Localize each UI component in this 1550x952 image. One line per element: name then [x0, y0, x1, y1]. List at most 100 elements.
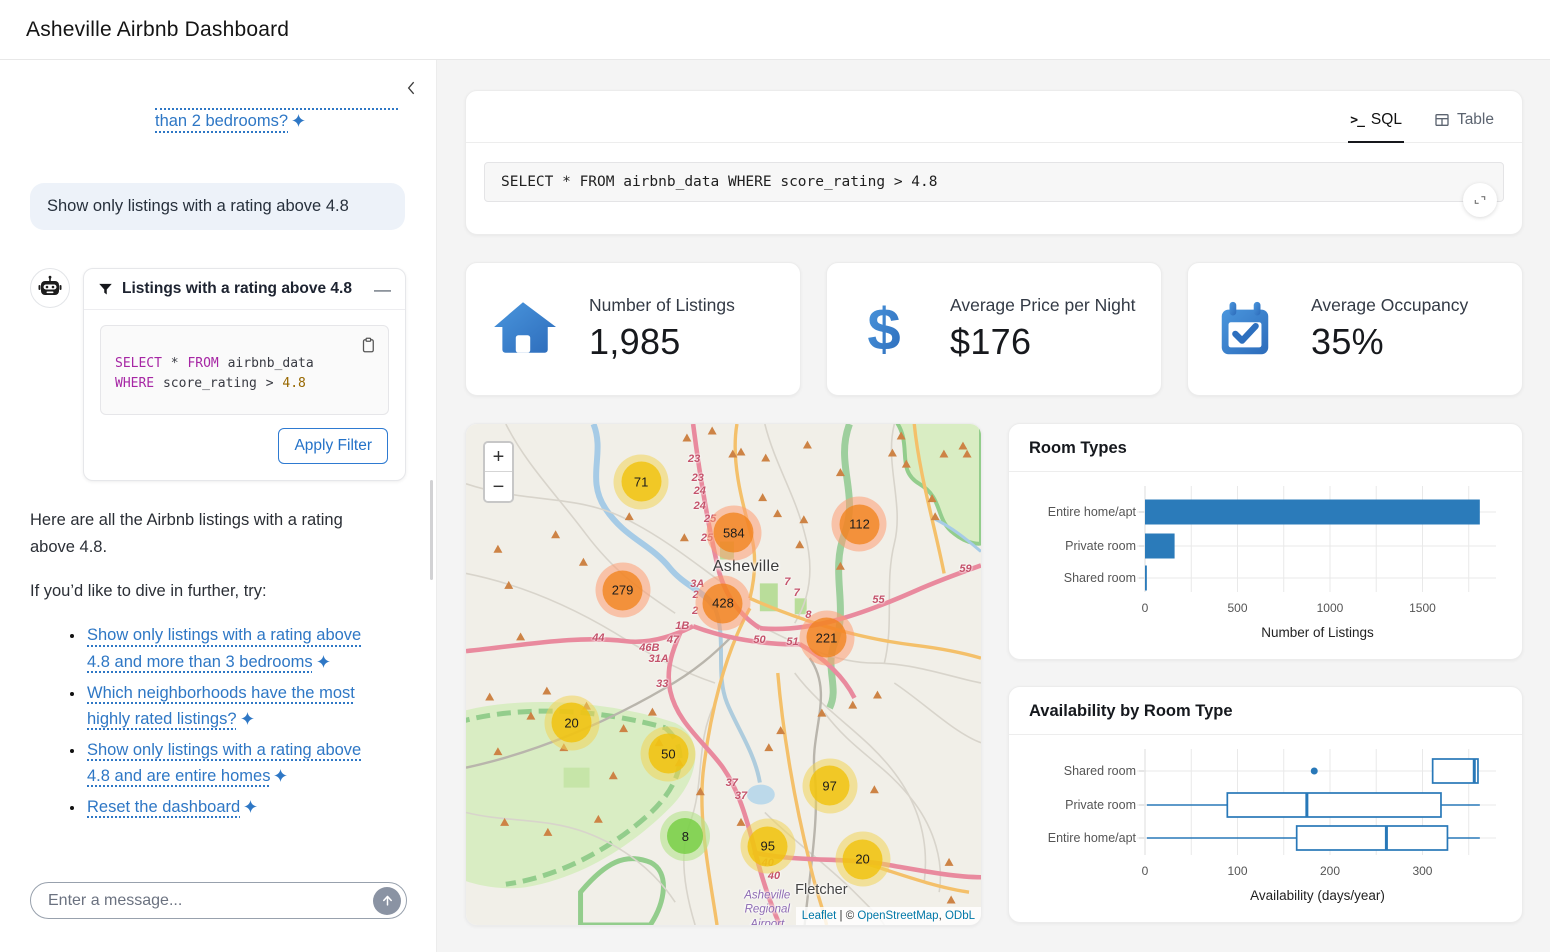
road-number-label: 24: [694, 500, 706, 512]
arrow-up-icon: [380, 893, 395, 908]
suggestion-link-clipped[interactable]: than 2 bedrooms?: [155, 112, 288, 130]
filter-minimize-button[interactable]: —: [374, 281, 391, 298]
svg-text:500: 500: [1227, 601, 1247, 615]
stat-card-occupancy: Average Occupancy 35%: [1187, 262, 1523, 396]
sql-query-text: SELECT * FROM airbnb_data WHERE score_ra…: [501, 174, 938, 190]
send-button[interactable]: [373, 887, 401, 915]
svg-text:300: 300: [1412, 864, 1432, 878]
map-zoom-control: + −: [483, 441, 514, 503]
suggestion-item: Reset the dashboard: [85, 794, 365, 820]
map-cluster-marker[interactable]: 279: [595, 563, 650, 618]
svg-text:Number of Listings: Number of Listings: [1261, 625, 1374, 640]
cluster-count: 428: [703, 583, 743, 623]
cluster-count: 97: [810, 766, 850, 806]
road-number-label: 47: [667, 634, 679, 646]
road-number-label: 23: [688, 453, 700, 465]
stat-value: 1,985: [589, 321, 735, 363]
stat-value: $176: [950, 321, 1135, 363]
map-cluster-marker[interactable]: 221: [799, 610, 854, 665]
cluster-count: 584: [714, 513, 754, 553]
road-number-label: 24: [694, 485, 706, 497]
svg-text:Shared room: Shared room: [1064, 571, 1136, 585]
road-number-label: 33: [656, 678, 668, 690]
road-number-label: 44: [592, 632, 604, 644]
svg-text:100: 100: [1227, 864, 1247, 878]
map-attribution: Leaflet | © OpenStreetMap, ODbL: [796, 907, 981, 925]
cluster-count: 221: [807, 618, 847, 658]
availability-panel: Availability by Room Type 0100200300Avai…: [1008, 686, 1523, 923]
map-cluster-marker[interactable]: 8: [660, 811, 710, 861]
leaflet-link[interactable]: Leaflet: [802, 910, 837, 922]
clipboard-icon: [359, 336, 377, 354]
svg-text:Entire home/apt: Entire home/apt: [1048, 505, 1137, 519]
road-number-label: 23: [692, 472, 704, 484]
road-number-label: 31A: [649, 653, 669, 665]
clipped-suggestion: than 2 bedrooms?: [155, 108, 398, 131]
map-cluster-marker[interactable]: 20: [835, 832, 890, 887]
expand-icon: [1472, 192, 1488, 208]
tab-sql[interactable]: >_ SQL: [1350, 111, 1402, 142]
message-input[interactable]: [48, 892, 373, 910]
svg-text:1000: 1000: [1317, 601, 1344, 615]
road-number-label: 37: [735, 790, 747, 802]
map-cluster-marker[interactable]: 584: [706, 505, 761, 560]
map-cluster-marker[interactable]: 50: [641, 726, 696, 781]
map-cluster-marker[interactable]: 97: [802, 758, 857, 813]
suggestion-link[interactable]: Show only listings with a rating above 4…: [87, 741, 361, 785]
svg-text:0: 0: [1142, 601, 1149, 615]
filter-card-title: Listings with a rating above 4.8: [122, 280, 374, 298]
cluster-count: 71: [621, 462, 661, 502]
bar-Shared room: [1145, 566, 1147, 591]
room-types-bar-chart: 050010001500Number of ListingsEntire hom…: [1028, 472, 1503, 658]
road-number-label: 50: [753, 634, 765, 646]
apply-filter-button[interactable]: Apply Filter: [278, 428, 388, 464]
zoom-in-button[interactable]: +: [485, 443, 512, 472]
sql-query-box: SELECT * FROM airbnb_data WHERE score_ra…: [484, 162, 1504, 202]
cluster-count: 95: [748, 826, 788, 866]
calendar-check-icon: [1212, 296, 1278, 362]
map-cluster-marker[interactable]: 20: [544, 695, 599, 750]
odbl-link[interactable]: ODbL: [945, 910, 975, 922]
tab-table[interactable]: Table: [1434, 111, 1494, 142]
map-cluster-marker[interactable]: 95: [740, 819, 795, 874]
suggestion-item: Show only listings with a rating above 4…: [85, 737, 365, 789]
terminal-icon: >_: [1350, 113, 1364, 128]
cluster-count: 50: [648, 734, 688, 774]
map-cluster-marker[interactable]: 71: [614, 454, 669, 509]
openstreetmap-link[interactable]: OpenStreetMap: [857, 910, 938, 922]
robot-icon: [37, 275, 63, 301]
sparkle-icon: [317, 655, 330, 668]
svg-text:Private room: Private room: [1065, 539, 1136, 553]
box-Private room: [1147, 793, 1480, 817]
road-number-label: 37: [726, 777, 738, 789]
user-message: Show only listings with a rating above 4…: [30, 183, 405, 230]
box-Entire home/apt: [1147, 826, 1480, 850]
zoom-out-button[interactable]: −: [485, 472, 512, 501]
sparkle-icon: [292, 114, 305, 127]
cluster-count: 279: [603, 570, 643, 610]
chart-title: Availability by Room Type: [1009, 687, 1522, 735]
suggestion-link[interactable]: Reset the dashboard: [87, 798, 240, 816]
road-number-label: 7: [784, 576, 790, 588]
map-cluster-marker[interactable]: 112: [832, 497, 887, 552]
road-number-label: 59: [959, 563, 971, 575]
room-types-panel: Room Types 050010001500Number of Listing…: [1008, 423, 1523, 660]
house-icon: [490, 296, 556, 362]
stat-card-listings: Number of Listings 1,985: [465, 262, 801, 396]
assistant-intro: Here are all the Airbnb listings with a …: [30, 507, 390, 560]
expand-button[interactable]: [1463, 183, 1497, 217]
stat-value: 35%: [1311, 321, 1468, 363]
bar-Entire home/apt: [1145, 500, 1480, 525]
app-header: Asheville Airbnb Dashboard: [0, 0, 1550, 60]
map-cluster-marker[interactable]: 428: [695, 576, 750, 631]
filter-card: Listings with a rating above 4.8 — SELEC…: [83, 268, 406, 481]
suggestion-link[interactable]: Which neighborhoods have the most highly…: [87, 684, 355, 728]
suggestion-list: Show only listings with a rating above 4…: [85, 622, 406, 819]
copy-icon[interactable]: [357, 335, 379, 357]
stats-row: Number of Listings 1,985 $ Average Price…: [465, 262, 1523, 396]
chat-message-list: than 2 bedrooms? Show only listings with…: [0, 60, 428, 860]
svg-text:0: 0: [1142, 864, 1149, 878]
sidebar-scrollbar[interactable]: [430, 480, 433, 580]
map-tiles[interactable]: [466, 424, 981, 925]
svg-text:Shared room: Shared room: [1064, 764, 1136, 778]
